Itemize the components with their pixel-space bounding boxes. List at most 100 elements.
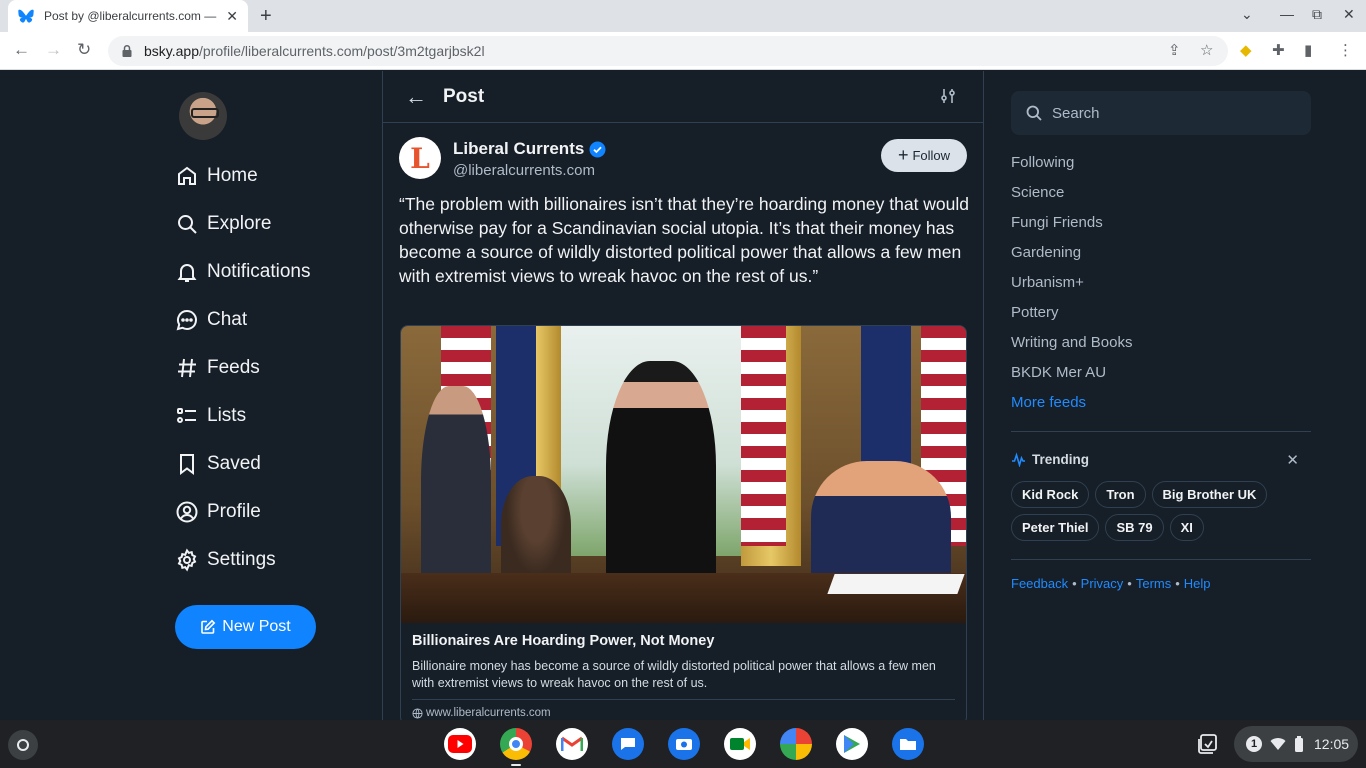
trending-topic[interactable]: Kid Rock xyxy=(1011,481,1090,508)
nav-settings[interactable]: Settings xyxy=(175,536,311,584)
minimize-icon[interactable]: — xyxy=(1280,6,1294,22)
feed-link-gardening[interactable]: Gardening xyxy=(1011,239,1132,269)
feed-link-bkdk-mer-au[interactable]: BKDK Mer AU xyxy=(1011,359,1132,389)
bell-icon xyxy=(177,264,197,282)
feed-link-urbanism[interactable]: Urbanism+ xyxy=(1011,269,1132,299)
youtube-icon[interactable] xyxy=(444,728,476,760)
nav-home[interactable]: Home xyxy=(175,152,311,200)
nav-profile[interactable]: Profile xyxy=(175,488,311,536)
address-bar[interactable]: bsky.app/profile/liberalcurrents.com/pos… xyxy=(108,36,1228,66)
share-icon[interactable]: ⇪ xyxy=(1168,41,1181,59)
trending-topic[interactable]: Big Brother UK xyxy=(1151,481,1268,508)
post-author[interactable]: L Liberal Currents @liberalcurrents.com xyxy=(399,137,606,179)
launcher-icon[interactable] xyxy=(8,730,38,760)
separator-dot: • xyxy=(1175,576,1180,591)
nav-label: Saved xyxy=(207,453,261,474)
chrome-icon[interactable] xyxy=(500,728,532,766)
url-path: /profile/liberalcurrents.com/post/3m2tga… xyxy=(199,43,485,59)
photos-icon[interactable] xyxy=(780,728,812,760)
tab-close-icon[interactable]: ✕ xyxy=(226,8,238,25)
browser-tab[interactable]: Post by @liberalcurrents.com — ✕ xyxy=(8,0,248,32)
trending-topic[interactable]: SB 79 xyxy=(1105,514,1164,541)
feed-link-writing-and-books[interactable]: Writing and Books xyxy=(1011,329,1132,359)
new-tab-icon[interactable]: + xyxy=(260,5,272,28)
link-card[interactable]: Billionaires Are Hoarding Power, Not Mon… xyxy=(400,325,967,720)
restore-icon[interactable]: ⧉ xyxy=(1312,6,1322,23)
more-feeds-link[interactable]: More feeds xyxy=(1011,389,1132,419)
trending-pulse-icon xyxy=(1012,452,1025,467)
main-nav: Home Explore Notifications Chat Feeds Li… xyxy=(175,152,311,584)
tab-title: Post by @liberalcurrents.com — xyxy=(44,9,217,23)
privacy-link[interactable]: Privacy xyxy=(1081,576,1124,591)
close-icon[interactable]: ✕ xyxy=(1286,451,1299,469)
nav-notifications[interactable]: Notifications xyxy=(175,248,311,296)
back-arrow-icon[interactable]: ← xyxy=(13,40,30,60)
help-link[interactable]: Help xyxy=(1184,576,1211,591)
hash-icon xyxy=(178,358,196,378)
files-icon[interactable] xyxy=(892,728,924,760)
author-avatar[interactable]: L xyxy=(399,137,441,179)
bookmark-star-icon[interactable]: ☆ xyxy=(1200,41,1213,59)
feedback-link[interactable]: Feedback xyxy=(1011,576,1068,591)
photo-papers xyxy=(827,574,965,594)
meet-icon[interactable] xyxy=(724,728,756,760)
trending-header: Trending ✕ xyxy=(1011,451,1311,469)
back-arrow-icon[interactable]: ← xyxy=(405,84,427,110)
sidebar-divider xyxy=(1011,431,1311,432)
nav-label: Home xyxy=(207,165,258,186)
holding-space-icon[interactable] xyxy=(1196,732,1220,756)
page-title: Post xyxy=(443,85,485,107)
reload-icon[interactable]: ↻ xyxy=(77,40,91,60)
author-handle[interactable]: @liberalcurrents.com xyxy=(453,162,606,179)
author-name[interactable]: Liberal Currents xyxy=(453,139,606,159)
user-avatar[interactable] xyxy=(179,92,227,140)
extension-icon[interactable]: ◆ xyxy=(1240,41,1252,59)
photo-bust xyxy=(501,476,571,586)
search-box[interactable] xyxy=(1011,91,1311,135)
messages-icon[interactable] xyxy=(612,728,644,760)
browser-toolbar: ← → ↻ bsky.app/profile/liberalcurrents.c… xyxy=(0,32,1366,70)
feed-link-fungi-friends[interactable]: Fungi Friends xyxy=(1011,209,1132,239)
puzzle-extensions-icon[interactable]: ✚ xyxy=(1272,41,1285,59)
globe-icon xyxy=(412,707,423,719)
status-area[interactable]: 1 12:05 xyxy=(1234,726,1358,762)
forward-arrow-icon[interactable]: → xyxy=(45,40,62,60)
new-post-button[interactable]: New Post xyxy=(175,605,316,649)
new-post-label: New Post xyxy=(222,618,291,635)
gmail-icon[interactable] xyxy=(556,728,588,760)
feed-link-science[interactable]: Science xyxy=(1011,179,1132,209)
trending-topic[interactable]: Peter Thiel xyxy=(1011,514,1100,541)
nav-label: Chat xyxy=(207,309,248,330)
side-panel-icon[interactable]: ▮ xyxy=(1304,41,1312,59)
bookmark-icon xyxy=(180,454,194,475)
nav-chat[interactable]: Chat xyxy=(175,296,311,344)
trending-topic[interactable]: Tron xyxy=(1095,481,1146,508)
menu-dots-icon[interactable]: ⋮ xyxy=(1338,41,1353,59)
follow-label: Follow xyxy=(912,148,951,163)
photo-flag xyxy=(741,326,786,546)
terms-link[interactable]: Terms xyxy=(1136,576,1171,591)
wifi-icon xyxy=(1270,738,1286,750)
nav-saved[interactable]: Saved xyxy=(175,440,311,488)
camera-icon[interactable] xyxy=(668,728,700,760)
link-card-divider xyxy=(412,699,955,700)
play-store-icon[interactable] xyxy=(836,728,868,760)
tab-search-chevron-icon[interactable]: ⌄ xyxy=(1241,6,1253,23)
nav-label: Feeds xyxy=(207,357,260,378)
trending-topic[interactable]: XI xyxy=(1169,514,1204,541)
nav-explore[interactable]: Explore xyxy=(175,200,311,248)
follow-button[interactable]: + Follow xyxy=(881,139,967,172)
lock-icon xyxy=(122,44,132,57)
nav-label: Lists xyxy=(207,405,247,426)
nav-feeds[interactable]: Feeds xyxy=(175,344,311,392)
window-close-icon[interactable]: ✕ xyxy=(1343,6,1355,23)
nav-lists[interactable]: Lists xyxy=(175,392,311,440)
feed-link-following[interactable]: Following xyxy=(1011,149,1132,179)
trending-label: Trending xyxy=(1032,452,1089,467)
nav-label: Notifications xyxy=(207,261,311,282)
search-input[interactable] xyxy=(1052,104,1292,122)
separator-dot: • xyxy=(1072,576,1077,591)
nav-label: Explore xyxy=(207,213,272,234)
thread-settings-icon[interactable] xyxy=(939,87,957,105)
feed-link-pottery[interactable]: Pottery xyxy=(1011,299,1132,329)
